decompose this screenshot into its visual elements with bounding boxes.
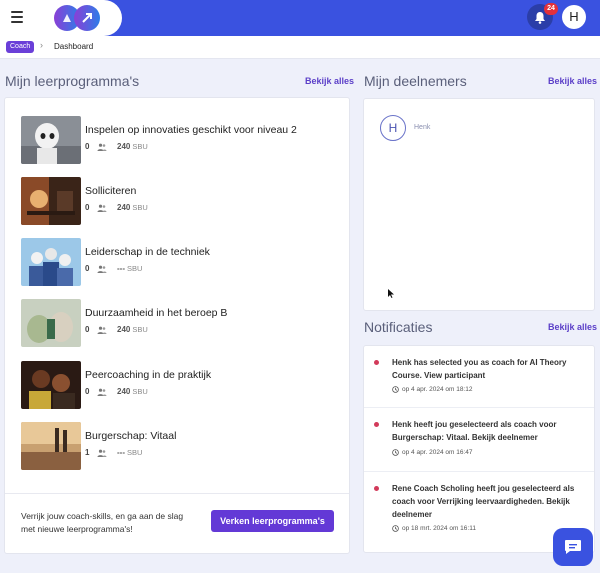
sbu-value: 240	[117, 325, 131, 334]
program-item[interactable]: Leiderschap in de techniek 0 --- SBU	[21, 238, 341, 286]
participant-count: 0	[85, 387, 90, 396]
notification-timestamp: op 18 mrt. 2024 om 16:11	[402, 525, 476, 532]
program-title: Inspelen op innovaties geschikt voor niv…	[85, 124, 297, 136]
program-meta: 0 240 SBU	[85, 325, 148, 334]
sbu-unit: SBU	[132, 387, 148, 396]
program-thumbnail-peers	[21, 361, 81, 409]
notification-time: op 4 apr. 2024 om 18:12	[392, 386, 472, 393]
sbu-unit: SBU	[132, 325, 148, 334]
program-thumbnail-robot	[21, 116, 81, 164]
sbu-unit: SBU	[127, 264, 143, 273]
notification-text: Henk heeft jou geselecteerd als coach vo…	[392, 420, 557, 442]
programs-footer-text: Verrijk jouw coach-skills, en ga aan de …	[21, 511, 184, 534]
people-icon	[97, 204, 107, 212]
programs-card: Inspelen op innovaties geschikt voor niv…	[4, 97, 350, 554]
infinity-logo[interactable]	[53, 2, 101, 34]
explore-programs-button[interactable]: Verken leerprogramma's	[211, 510, 334, 532]
notification-timestamp: op 4 apr. 2024 om 18:12	[402, 386, 473, 393]
notifications-title: Notificaties	[364, 319, 433, 335]
sbu-value: 240	[117, 387, 131, 396]
program-item[interactable]: Solliciteren 0 240 SBU	[21, 177, 341, 225]
program-item[interactable]: Inspelen op innovaties geschikt voor niv…	[21, 116, 341, 164]
program-title: Burgerschap: Vitaal	[85, 430, 177, 442]
sbu-value: ---	[117, 264, 125, 273]
participant-count: 0	[85, 325, 90, 334]
program-title: Duurzaamheid in het beroep B	[85, 307, 228, 319]
participant-count: 0	[85, 203, 90, 212]
people-icon	[97, 143, 107, 151]
clock-icon	[392, 449, 399, 456]
people-icon	[97, 449, 107, 457]
participants-see-all-link[interactable]: Bekijk alles	[548, 76, 597, 86]
program-meta: 1 --- SBU	[85, 448, 142, 457]
participant-count: 0	[85, 142, 90, 151]
programs-title: Mijn leerprogramma's	[5, 73, 140, 89]
notification-count-badge: 24	[544, 3, 558, 15]
clock-icon	[392, 525, 399, 532]
sbu-value: ---	[117, 448, 125, 457]
program-title: Leiderschap in de techniek	[85, 246, 210, 258]
breadcrumb-current: Dashboard	[54, 42, 94, 51]
people-icon	[97, 326, 107, 334]
participant-count: 1	[85, 448, 90, 457]
participants-title: Mijn deelnemers	[364, 73, 467, 89]
unread-dot	[374, 486, 379, 491]
program-thumbnail-bags	[21, 299, 81, 347]
sbu-value: 240	[117, 203, 131, 212]
participants-card: H Henk	[363, 98, 595, 311]
program-meta: 0 --- SBU	[85, 264, 142, 273]
notifications-card: Henk has selected you as coach for AI Th…	[363, 345, 595, 553]
program-thumbnail-workers	[21, 238, 81, 286]
participant-avatar[interactable]: H	[380, 115, 406, 141]
chat-button[interactable]	[553, 528, 593, 566]
chat-icon	[565, 540, 581, 554]
people-icon	[97, 388, 107, 396]
clock-icon	[392, 386, 399, 393]
breadcrumb-role-chip[interactable]: Coach	[6, 41, 35, 53]
notification-item[interactable]: Henk heeft jou geselecteerd als coach vo…	[364, 408, 594, 472]
program-thumbnail-runner	[21, 422, 81, 470]
participant-count: 0	[85, 264, 90, 273]
programs-see-all-link[interactable]: Bekijk alles	[305, 76, 354, 86]
program-meta: 0 240 SBU	[85, 387, 148, 396]
programs-card-footer: Verrijk jouw coach-skills, en ga aan de …	[5, 493, 349, 553]
program-item[interactable]: Duurzaamheid in het beroep B 0 240 SBU	[21, 299, 341, 347]
program-thumbnail-interview	[21, 177, 81, 225]
user-avatar[interactable]: H	[562, 5, 586, 29]
breadcrumb: Coach › Dashboard	[0, 36, 600, 59]
notification-item[interactable]: Henk has selected you as coach for AI Th…	[364, 346, 594, 408]
program-title: Peercoaching in de praktijk	[85, 369, 212, 381]
notifications-see-all-link[interactable]: Bekijk alles	[548, 322, 597, 332]
people-icon	[97, 265, 107, 273]
notification-text: Henk has selected you as coach for AI Th…	[392, 358, 567, 380]
sbu-unit: SBU	[127, 448, 143, 457]
program-item[interactable]: Peercoaching in de praktijk 0 240 SBU	[21, 361, 341, 409]
top-bar: 24 H	[0, 0, 600, 36]
participant-name[interactable]: Henk	[414, 124, 430, 131]
sbu-unit: SBU	[132, 142, 148, 151]
program-meta: 0 240 SBU	[85, 142, 148, 151]
program-item[interactable]: Burgerschap: Vitaal 1 --- SBU	[21, 422, 341, 470]
program-meta: 0 240 SBU	[85, 203, 148, 212]
mouse-cursor-icon	[388, 289, 394, 298]
sbu-unit: SBU	[132, 203, 148, 212]
notification-text: Rene Coach Scholing heeft jou geselectee…	[392, 484, 575, 519]
notification-time: op 4 apr. 2024 om 16:47	[392, 449, 472, 456]
chevron-right-icon: ›	[40, 40, 43, 50]
sbu-value: 240	[117, 142, 131, 151]
program-title: Solliciteren	[85, 185, 137, 197]
notification-timestamp: op 4 apr. 2024 om 16:47	[402, 449, 473, 456]
hamburger-icon[interactable]	[11, 11, 23, 23]
unread-dot	[374, 360, 379, 365]
unread-dot	[374, 422, 379, 427]
notification-time: op 18 mrt. 2024 om 16:11	[392, 525, 476, 532]
